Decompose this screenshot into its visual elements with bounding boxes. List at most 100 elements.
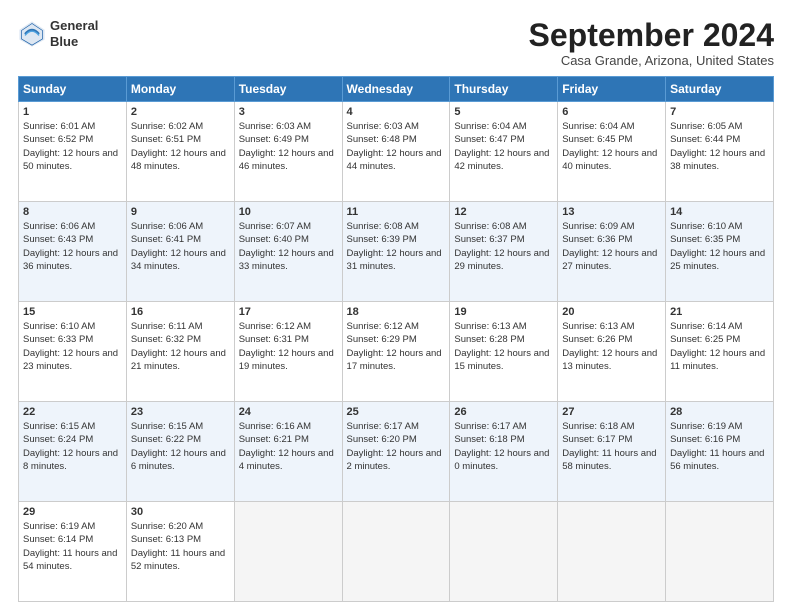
calendar-day-header: Sunday xyxy=(19,77,127,102)
location: Casa Grande, Arizona, United States xyxy=(529,53,774,68)
day-number: 12 xyxy=(454,206,553,218)
calendar-table: SundayMondayTuesdayWednesdayThursdayFrid… xyxy=(18,76,774,602)
day-number: 22 xyxy=(23,406,122,418)
calendar-cell: 18 Sunrise: 6:12 AMSunset: 6:29 PMDayligh… xyxy=(342,302,450,402)
day-number: 10 xyxy=(239,206,338,218)
cell-info: Sunrise: 6:20 AMSunset: 6:13 PMDaylight:… xyxy=(131,521,225,572)
calendar-day-header: Saturday xyxy=(666,77,774,102)
cell-info: Sunrise: 6:02 AMSunset: 6:51 PMDaylight:… xyxy=(131,121,226,172)
calendar-week-row: 15 Sunrise: 6:10 AMSunset: 6:33 PMDayligh… xyxy=(19,302,774,402)
cell-info: Sunrise: 6:17 AMSunset: 6:20 PMDaylight:… xyxy=(347,421,442,472)
cell-info: Sunrise: 6:07 AMSunset: 6:40 PMDaylight:… xyxy=(239,221,334,272)
day-number: 4 xyxy=(347,106,446,118)
calendar-cell: 28 Sunrise: 6:19 AMSunset: 6:16 PMDayligh… xyxy=(666,402,774,502)
day-number: 2 xyxy=(131,106,230,118)
calendar-cell xyxy=(558,502,666,602)
day-number: 15 xyxy=(23,306,122,318)
calendar-cell: 9Sunrise: 6:06 AMSunset: 6:41 PMDaylight… xyxy=(126,202,234,302)
calendar-cell xyxy=(234,502,342,602)
day-number: 29 xyxy=(23,506,122,518)
cell-info: Sunrise: 6:04 AMSunset: 6:45 PMDaylight:… xyxy=(562,121,657,172)
day-number: 13 xyxy=(562,206,661,218)
calendar-day-header: Tuesday xyxy=(234,77,342,102)
calendar-week-row: 22 Sunrise: 6:15 AMSunset: 6:24 PMDayligh… xyxy=(19,402,774,502)
cell-info: Sunrise: 6:03 AMSunset: 6:48 PMDaylight:… xyxy=(347,121,442,172)
day-number: 8 xyxy=(23,206,122,218)
day-number: 26 xyxy=(454,406,553,418)
calendar-cell: 16 Sunrise: 6:11 AMSunset: 6:32 PMDayligh… xyxy=(126,302,234,402)
calendar-cell: 12 Sunrise: 6:08 AMSunset: 6:37 PMDayligh… xyxy=(450,202,558,302)
day-number: 14 xyxy=(670,206,769,218)
cell-info: Sunrise: 6:08 AMSunset: 6:39 PMDaylight:… xyxy=(347,221,442,272)
cell-info: Sunrise: 6:09 AMSunset: 6:36 PMDaylight:… xyxy=(562,221,657,272)
calendar-cell xyxy=(666,502,774,602)
calendar-cell: 23 Sunrise: 6:15 AMSunset: 6:22 PMDayligh… xyxy=(126,402,234,502)
cell-info: Sunrise: 6:18 AMSunset: 6:17 PMDaylight:… xyxy=(562,421,656,472)
calendar-cell: 19 Sunrise: 6:13 AMSunset: 6:28 PMDayligh… xyxy=(450,302,558,402)
calendar-cell: 7Sunrise: 6:05 AMSunset: 6:44 PMDaylight… xyxy=(666,102,774,202)
calendar-cell: 6 Sunrise: 6:04 AMSunset: 6:45 PMDaylight… xyxy=(558,102,666,202)
cell-info: Sunrise: 6:03 AMSunset: 6:49 PMDaylight:… xyxy=(239,121,334,172)
logo-icon xyxy=(18,20,46,48)
day-number: 23 xyxy=(131,406,230,418)
day-number: 19 xyxy=(454,306,553,318)
day-number: 7 xyxy=(670,106,769,118)
day-number: 1 xyxy=(23,106,122,118)
day-number: 3 xyxy=(239,106,338,118)
cell-info: Sunrise: 6:06 AMSunset: 6:43 PMDaylight:… xyxy=(23,221,118,272)
calendar-week-row: 1 Sunrise: 6:01 AMSunset: 6:52 PMDaylight… xyxy=(19,102,774,202)
calendar-cell: 26 Sunrise: 6:17 AMSunset: 6:18 PMDayligh… xyxy=(450,402,558,502)
cell-info: Sunrise: 6:19 AMSunset: 6:16 PMDaylight:… xyxy=(670,421,764,472)
cell-info: Sunrise: 6:12 AMSunset: 6:29 PMDaylight:… xyxy=(347,321,442,372)
cell-info: Sunrise: 6:01 AMSunset: 6:52 PMDaylight:… xyxy=(23,121,118,172)
day-number: 25 xyxy=(347,406,446,418)
calendar-cell: 25 Sunrise: 6:17 AMSunset: 6:20 PMDayligh… xyxy=(342,402,450,502)
page: General Blue September 2024 Casa Grande,… xyxy=(0,0,792,612)
day-number: 21 xyxy=(670,306,769,318)
month-title: September 2024 xyxy=(529,18,774,53)
calendar-cell: 30 Sunrise: 6:20 AMSunset: 6:13 PMDayligh… xyxy=(126,502,234,602)
calendar-cell: 15 Sunrise: 6:10 AMSunset: 6:33 PMDayligh… xyxy=(19,302,127,402)
cell-info: Sunrise: 6:15 AMSunset: 6:22 PMDaylight:… xyxy=(131,421,226,472)
logo: General Blue xyxy=(18,18,98,49)
calendar-day-header: Wednesday xyxy=(342,77,450,102)
day-number: 24 xyxy=(239,406,338,418)
day-number: 27 xyxy=(562,406,661,418)
calendar-cell: 1 Sunrise: 6:01 AMSunset: 6:52 PMDaylight… xyxy=(19,102,127,202)
cell-info: Sunrise: 6:14 AMSunset: 6:25 PMDaylight:… xyxy=(670,321,765,372)
cell-info: Sunrise: 6:10 AMSunset: 6:33 PMDaylight:… xyxy=(23,321,118,372)
cell-info: Sunrise: 6:13 AMSunset: 6:28 PMDaylight:… xyxy=(454,321,549,372)
cell-info: Sunrise: 6:15 AMSunset: 6:24 PMDaylight:… xyxy=(23,421,118,472)
day-number: 11 xyxy=(347,206,446,218)
calendar-cell: 2 Sunrise: 6:02 AMSunset: 6:51 PMDaylight… xyxy=(126,102,234,202)
calendar-header-row: SundayMondayTuesdayWednesdayThursdayFrid… xyxy=(19,77,774,102)
cell-info: Sunrise: 6:12 AMSunset: 6:31 PMDaylight:… xyxy=(239,321,334,372)
calendar-cell: 3 Sunrise: 6:03 AMSunset: 6:49 PMDaylight… xyxy=(234,102,342,202)
cell-info: Sunrise: 6:11 AMSunset: 6:32 PMDaylight:… xyxy=(131,321,226,372)
logo-text: General Blue xyxy=(50,18,98,49)
calendar-day-header: Monday xyxy=(126,77,234,102)
calendar-cell: 29Sunrise: 6:19 AMSunset: 6:14 PMDayligh… xyxy=(19,502,127,602)
day-number: 30 xyxy=(131,506,230,518)
day-number: 17 xyxy=(239,306,338,318)
calendar-cell: 17 Sunrise: 6:12 AMSunset: 6:31 PMDayligh… xyxy=(234,302,342,402)
calendar-cell: 21 Sunrise: 6:14 AMSunset: 6:25 PMDayligh… xyxy=(666,302,774,402)
calendar-cell: 14Sunrise: 6:10 AMSunset: 6:35 PMDayligh… xyxy=(666,202,774,302)
day-number: 20 xyxy=(562,306,661,318)
calendar-cell: 13 Sunrise: 6:09 AMSunset: 6:36 PMDayligh… xyxy=(558,202,666,302)
day-number: 6 xyxy=(562,106,661,118)
cell-info: Sunrise: 6:08 AMSunset: 6:37 PMDaylight:… xyxy=(454,221,549,272)
cell-info: Sunrise: 6:17 AMSunset: 6:18 PMDaylight:… xyxy=(454,421,549,472)
day-number: 16 xyxy=(131,306,230,318)
calendar-week-row: 8 Sunrise: 6:06 AMSunset: 6:43 PMDaylight… xyxy=(19,202,774,302)
calendar-cell: 8 Sunrise: 6:06 AMSunset: 6:43 PMDaylight… xyxy=(19,202,127,302)
calendar-cell: 11 Sunrise: 6:08 AMSunset: 6:39 PMDayligh… xyxy=(342,202,450,302)
calendar-cell xyxy=(450,502,558,602)
header: General Blue September 2024 Casa Grande,… xyxy=(18,18,774,68)
cell-info: Sunrise: 6:16 AMSunset: 6:21 PMDaylight:… xyxy=(239,421,334,472)
day-number: 18 xyxy=(347,306,446,318)
calendar-day-header: Thursday xyxy=(450,77,558,102)
calendar-cell: 27 Sunrise: 6:18 AMSunset: 6:17 PMDayligh… xyxy=(558,402,666,502)
calendar-cell xyxy=(342,502,450,602)
day-number: 28 xyxy=(670,406,769,418)
